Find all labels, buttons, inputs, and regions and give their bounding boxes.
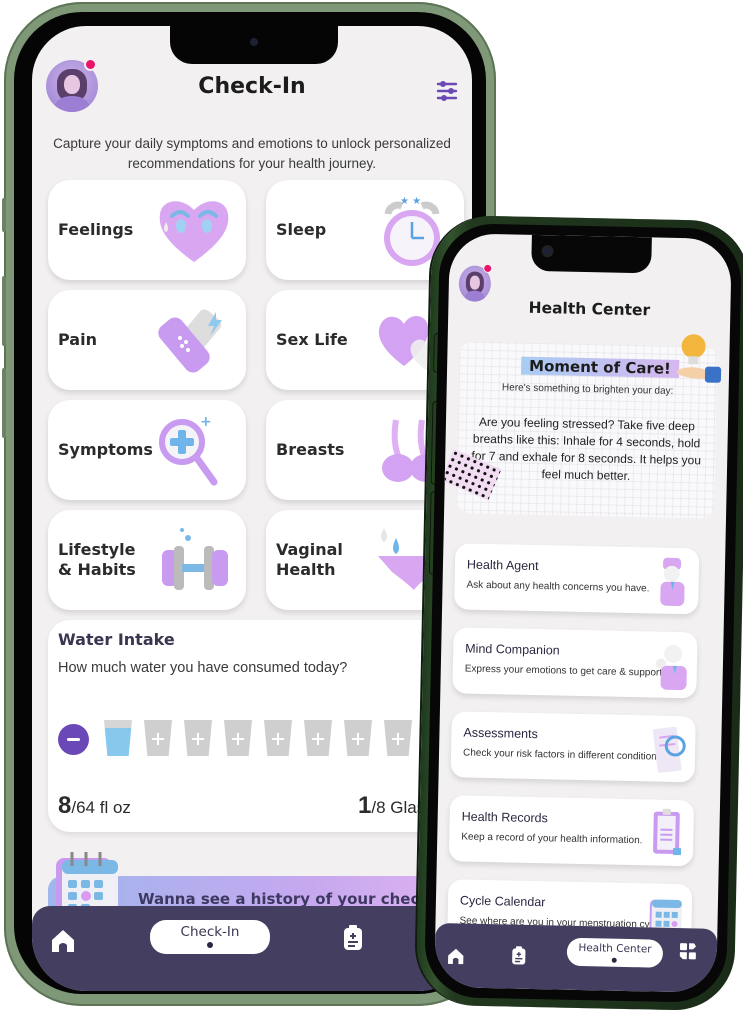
companion-icon	[655, 644, 687, 691]
phone-health-center: Health Center Moment of Care! Here's som…	[415, 214, 743, 1012]
glass-value: 1	[358, 792, 372, 819]
tile-symptoms[interactable]: Symptoms +	[48, 400, 246, 500]
tile-label: Breasts	[276, 440, 345, 459]
magnifier-plus-icon: +	[159, 414, 218, 486]
active-indicator	[207, 942, 213, 948]
card-subtitle: Check your risk factors in different con…	[462, 747, 665, 763]
notification-dot	[84, 58, 97, 71]
tile-label: Vaginal Health	[276, 540, 343, 579]
nav-tab-health-center[interactable]: Health Center	[566, 937, 664, 968]
card-title: Health Records	[461, 809, 548, 826]
dumbbell-icon	[162, 528, 228, 590]
water-glass-empty[interactable]	[184, 720, 212, 756]
card-subtitle: Ask about any health concerns you have.	[466, 579, 650, 595]
notification-dot	[483, 263, 493, 274]
water-glass-empty[interactable]	[264, 720, 292, 756]
water-glass-empty[interactable]	[304, 720, 332, 756]
bottom-nav: Check-In	[32, 906, 472, 991]
tile-label: Symptoms	[58, 440, 153, 459]
page-title: Check-In	[198, 74, 306, 99]
tile-label: Lifestyle & Habits	[58, 540, 136, 579]
water-title: Water Intake	[58, 630, 175, 649]
water-intake-card: Water Intake How much water you have con…	[48, 620, 472, 832]
tile-feelings[interactable]: Feelings	[48, 180, 246, 280]
lightbulb-icon	[677, 334, 722, 383]
camera-icon	[543, 247, 552, 256]
nav-tab-checkin[interactable]: Check-In	[150, 920, 270, 954]
bandage-icon	[158, 309, 222, 373]
card-title: Assessments	[463, 725, 538, 742]
water-oz-readout: 8/64 fl oz	[58, 792, 131, 820]
camera-icon	[250, 38, 258, 46]
card-subtitle: Express your emotions to get care & supp…	[464, 663, 665, 679]
home-icon[interactable]	[447, 947, 465, 965]
page-title: Health Center	[528, 298, 651, 320]
tile-label: Feelings	[58, 220, 134, 239]
tile-label: Pain	[58, 330, 97, 349]
header: Check-In	[32, 58, 472, 120]
plus-icon	[192, 733, 204, 745]
side-button	[2, 276, 6, 346]
home-icon[interactable]	[50, 928, 76, 954]
plus-icon	[352, 733, 364, 745]
records-icon[interactable]	[342, 924, 364, 952]
nav-tab-label: Health Center	[578, 941, 652, 956]
water-glass-empty[interactable]	[224, 720, 252, 756]
health-card-health-agent[interactable]: Health Agent Ask about any health concern…	[454, 543, 700, 615]
plus-icon	[232, 733, 244, 745]
card-title: Cycle Calendar	[459, 893, 546, 910]
assessment-doc-icon	[652, 726, 686, 773]
water-question: How much water you have consumed today?	[58, 660, 348, 676]
intro-text: Capture your daily symptoms and emotions…	[53, 136, 451, 171]
card-subtitle: Keep a record of your health information…	[461, 831, 643, 847]
plus-icon	[272, 733, 284, 745]
plus-icon	[152, 733, 164, 745]
health-card-health-records[interactable]: Health Records Keep a record of your heal…	[448, 795, 695, 867]
card-title: Mind Companion	[465, 641, 560, 658]
plus-icon	[312, 733, 324, 745]
clipboard-icon	[653, 808, 682, 856]
glass-suffix: /8 Glas	[371, 798, 426, 817]
tile-label: Sex Life	[276, 330, 348, 349]
water-glass-empty[interactable]	[144, 720, 172, 756]
puzzle-icon[interactable]	[679, 942, 697, 960]
tile-pain[interactable]: Pain	[48, 290, 246, 390]
moment-title: Moment of Care!	[520, 356, 680, 378]
active-indicator	[611, 957, 617, 963]
nurse-icon	[660, 557, 685, 606]
oz-suffix: /64 fl oz	[71, 798, 131, 817]
health-center-screen: Health Center Moment of Care! Here's som…	[434, 233, 732, 993]
heart-face-icon	[159, 201, 229, 262]
oz-value: 8	[58, 792, 72, 819]
nav-tab-label: Check-In	[180, 924, 240, 940]
tile-lifestyle[interactable]: Lifestyle & Habits	[48, 510, 246, 610]
tile-label: Sleep	[276, 220, 327, 239]
remove-glass-button[interactable]	[58, 724, 89, 755]
plus-icon	[392, 733, 404, 745]
filter-icon[interactable]	[436, 80, 458, 102]
records-icon[interactable]	[511, 945, 527, 967]
health-card-assessments[interactable]: Assessments Check your risk factors in di…	[450, 711, 696, 783]
svg-text:★ ★: ★ ★	[400, 196, 421, 207]
svg-text:+: +	[200, 414, 212, 430]
notch	[170, 26, 338, 64]
side-button	[2, 368, 6, 438]
water-glass-empty[interactable]	[384, 720, 412, 756]
water-glass-filled[interactable]	[104, 720, 132, 756]
notch	[531, 234, 652, 274]
side-button	[2, 198, 6, 232]
water-glass-readout: 1/8 Glas	[358, 792, 425, 820]
health-card-mind-companion[interactable]: Mind Companion Express your emotions to g…	[452, 627, 698, 699]
bottom-nav: Health Center	[434, 922, 718, 993]
moment-body: Are you feeling stressed? Take five deep…	[471, 414, 702, 483]
checkin-screen: Check-In Capture your daily symptoms and…	[32, 26, 472, 991]
card-title: Health Agent	[466, 557, 539, 574]
water-glass-empty[interactable]	[344, 720, 372, 756]
